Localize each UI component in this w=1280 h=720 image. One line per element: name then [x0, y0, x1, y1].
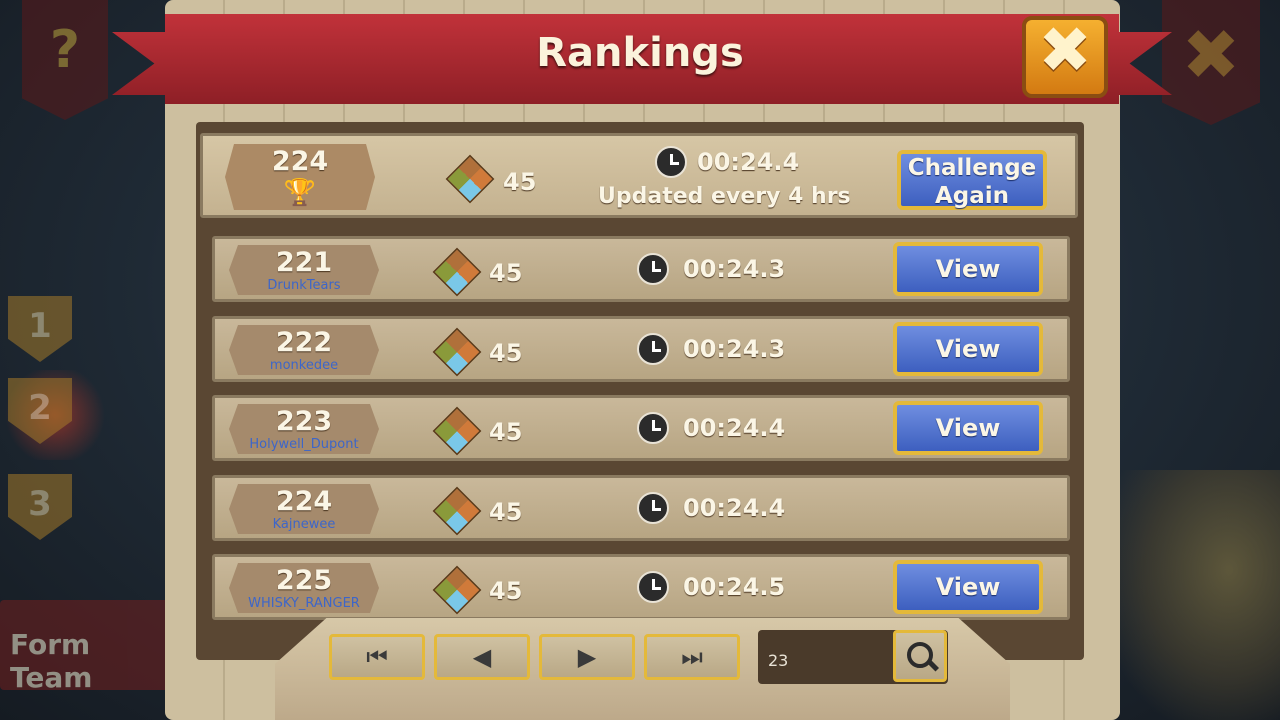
ranking-row: 221 DrunkTears 45 00:24.3 View	[212, 236, 1070, 302]
tier-1-label: 1	[28, 306, 52, 346]
clock-icon	[637, 253, 669, 285]
cube-power-icon	[432, 327, 482, 377]
rank-badge: 222 monkedee	[229, 325, 379, 375]
my-rank-row: 224 🏆 45 00:24.4 Updated every 4 hrs Cha…	[200, 133, 1078, 218]
cube-power-icon	[432, 486, 482, 536]
clock-icon	[655, 146, 687, 178]
time-value: 00:24.4	[697, 148, 800, 176]
time-value: 00:24.4	[683, 414, 786, 442]
ranking-row: 225 WHISKY_RANGER 45 00:24.5 View	[212, 554, 1070, 620]
rank-badge: 224 Kajnewee	[229, 484, 379, 534]
power-value: 45	[489, 577, 523, 605]
view-button[interactable]: View	[893, 560, 1043, 614]
rank-badge: 225 WHISKY_RANGER	[229, 563, 379, 613]
form-team-label: Form Team	[10, 628, 93, 694]
player-name: monkedee	[269, 358, 339, 373]
last-page-button[interactable]: ⏭	[644, 634, 740, 680]
rank-number: 221	[275, 247, 333, 278]
clock-icon	[637, 492, 669, 524]
cube-power-icon	[432, 406, 482, 456]
power-value: 45	[489, 418, 523, 446]
next-page-button[interactable]: ▶	[539, 634, 635, 680]
power-value: 45	[489, 339, 523, 367]
rank-number: 224	[275, 486, 333, 517]
rank-search-input[interactable]	[762, 636, 902, 684]
cube-power-icon	[432, 565, 482, 615]
search-button[interactable]	[893, 630, 947, 682]
form-team-button[interactable]: Form Team	[0, 600, 175, 694]
challenge-again-button[interactable]: Challenge Again	[897, 150, 1047, 210]
rank-number: 222	[275, 327, 333, 358]
background-map	[1110, 470, 1280, 720]
time-value: 00:24.4	[683, 494, 786, 522]
rank-badge: 221 DrunkTears	[229, 245, 379, 295]
rank-number: 224	[271, 146, 329, 177]
cube-power-icon	[445, 154, 495, 204]
rank-badge: 223 Holywell_Dupont	[229, 404, 379, 454]
rank-number: 225	[275, 565, 333, 596]
tier-2-label: 2	[28, 388, 52, 428]
prev-page-button[interactable]: ◀	[434, 634, 530, 680]
power-value: 45	[489, 498, 523, 526]
close-button[interactable]: ✖	[1022, 14, 1108, 98]
power-value: 45	[489, 259, 523, 287]
time-value: 00:24.3	[683, 335, 786, 363]
rank-badge: 224 🏆	[225, 144, 375, 210]
trophy-icon: 🏆	[283, 178, 317, 208]
view-button[interactable]: View	[893, 242, 1043, 296]
time-value: 00:24.3	[683, 255, 786, 283]
clock-icon	[637, 333, 669, 365]
first-page-button[interactable]: ⏮	[329, 634, 425, 680]
player-name: Holywell_Dupont	[249, 437, 359, 452]
player-name: DrunkTears	[267, 278, 341, 293]
rank-number: 223	[275, 406, 333, 437]
ranking-row: 222 monkedee 45 00:24.3 View	[212, 316, 1070, 382]
close-icon: ✖	[1038, 14, 1092, 88]
ranking-row: 223 Holywell_Dupont 45 00:24.4 View	[212, 395, 1070, 461]
time-value: 00:24.5	[683, 573, 786, 601]
tier-3-shield[interactable]: 3	[8, 474, 72, 540]
clock-icon	[637, 571, 669, 603]
player-name: Kajnewee	[272, 517, 336, 532]
player-name: WHISKY_RANGER	[248, 596, 360, 611]
view-button[interactable]: View	[893, 401, 1043, 455]
update-note: Updated every 4 hrs	[598, 184, 851, 209]
view-button[interactable]: View	[893, 322, 1043, 376]
clock-icon	[637, 412, 669, 444]
ranking-row: 224 Kajnewee 45 00:24.4	[212, 475, 1070, 541]
cube-power-icon	[432, 247, 482, 297]
power-value: 45	[503, 168, 537, 196]
tier-1-shield[interactable]: 1	[8, 296, 72, 362]
tier-3-label: 3	[28, 484, 52, 524]
